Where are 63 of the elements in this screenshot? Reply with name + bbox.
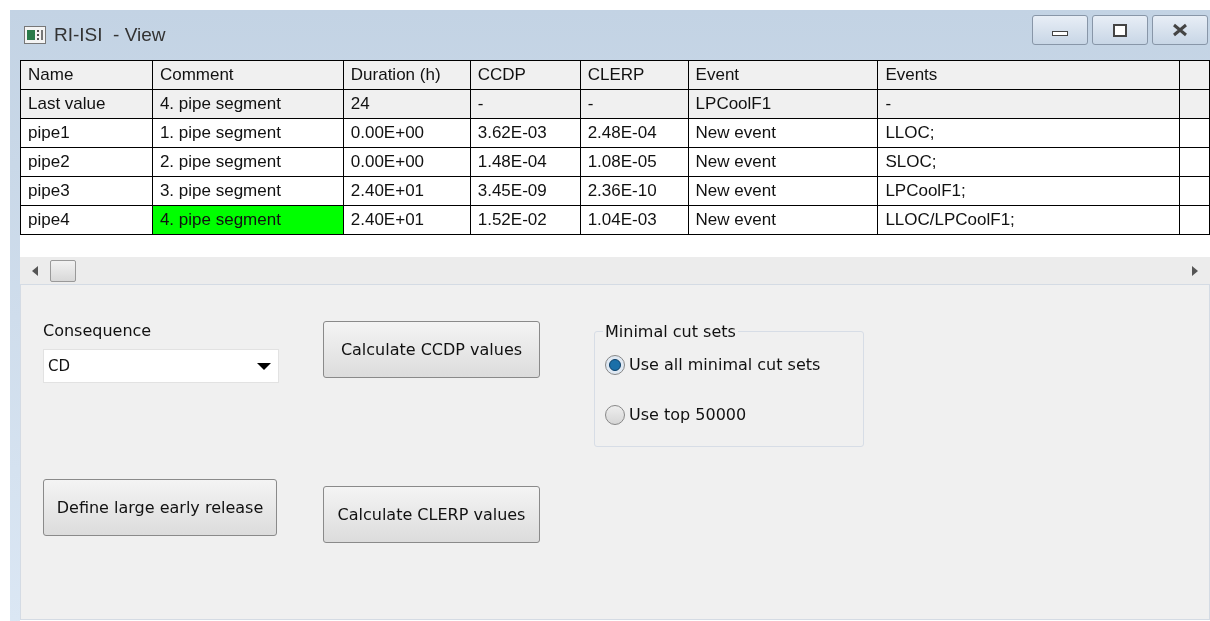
column-header[interactable]: Event	[688, 60, 878, 90]
action-button[interactable]: Calculate CLERP values	[323, 486, 540, 543]
column-header[interactable]: Duration (h)	[343, 60, 471, 90]
table-cell: 2.36E-10	[580, 176, 689, 206]
consequence-dropdown[interactable]: CD	[43, 349, 279, 383]
column-header[interactable]: Comment	[152, 60, 344, 90]
window-title: RI-ISI - View	[54, 22, 166, 47]
table-cell: pipe4	[20, 205, 153, 235]
action-button[interactable]: Define large early release	[43, 479, 277, 536]
table-cell: 2.40E+01	[343, 205, 471, 235]
table-cell: 1.08E-05	[580, 147, 689, 177]
radio-button[interactable]	[605, 355, 625, 375]
table-cell: New event	[688, 205, 878, 235]
horizontal-scrollbar[interactable]	[20, 257, 1210, 284]
table-cell: 1.04E-03	[580, 205, 689, 235]
close-button[interactable]	[1152, 15, 1208, 45]
table-cell: 0.00E+00	[343, 118, 471, 148]
table-cell: Last value	[20, 89, 153, 119]
table-cell: LLOC;	[877, 118, 1180, 148]
scroll-thumb[interactable]	[50, 259, 76, 282]
radio-option[interactable]: Use top 50000	[605, 404, 863, 426]
table-cell: pipe2	[20, 147, 153, 177]
column-header[interactable]: CCDP	[470, 60, 581, 90]
dropdown-caret-icon	[257, 362, 271, 370]
table-cell: SLOC;	[877, 147, 1180, 177]
table-cell: LPCoolF1;	[877, 176, 1180, 206]
scroll-right-icon[interactable]	[1192, 265, 1198, 276]
column-header[interactable]: Events	[877, 60, 1180, 90]
table-cell: 4. pipe segment	[152, 205, 344, 235]
table-cell: 2. pipe segment	[152, 147, 344, 177]
radio-option[interactable]: Use all minimal cut sets	[605, 354, 863, 376]
scroll-left-icon[interactable]	[32, 265, 38, 276]
table-cell: -	[470, 89, 581, 119]
table-cell: 1.48E-04	[470, 147, 581, 177]
table-cell: 1.52E-02	[470, 205, 581, 235]
table-cell: 3.62E-03	[470, 118, 581, 148]
table-cell: LLOC/LPCoolF1;	[877, 205, 1180, 235]
table-cell: 2.40E+01	[343, 176, 471, 206]
column-header[interactable]	[1179, 60, 1210, 90]
table-cell: New event	[688, 118, 878, 148]
action-button[interactable]: Calculate CCDP values	[323, 321, 540, 378]
column-header[interactable]: CLERP	[580, 60, 689, 90]
table-cell: New event	[688, 176, 878, 206]
table-cell: 3. pipe segment	[152, 176, 344, 206]
table-cell: LPCoolF1	[688, 89, 878, 119]
table-cell: -	[580, 89, 689, 119]
close-icon	[1171, 23, 1189, 37]
table-cell: pipe1	[20, 118, 153, 148]
table-cell: 3.45E-09	[470, 176, 581, 206]
table-cell: 1. pipe segment	[152, 118, 344, 148]
table-cell: 24	[343, 89, 471, 119]
app-icon	[24, 26, 46, 44]
table-cell: 2.48E-04	[580, 118, 689, 148]
table-cell: pipe3	[20, 176, 153, 206]
table-cell: -	[877, 89, 1180, 119]
maximize-button[interactable]	[1092, 15, 1148, 45]
column-header[interactable]: Name	[20, 60, 153, 90]
radio-button[interactable]	[605, 405, 625, 425]
table-cell: 4. pipe segment	[152, 89, 344, 119]
consequence-label: Consequence	[43, 321, 153, 341]
table-cell: New event	[688, 147, 878, 177]
table-cell: 0.00E+00	[343, 147, 471, 177]
minimize-button[interactable]	[1032, 15, 1088, 45]
